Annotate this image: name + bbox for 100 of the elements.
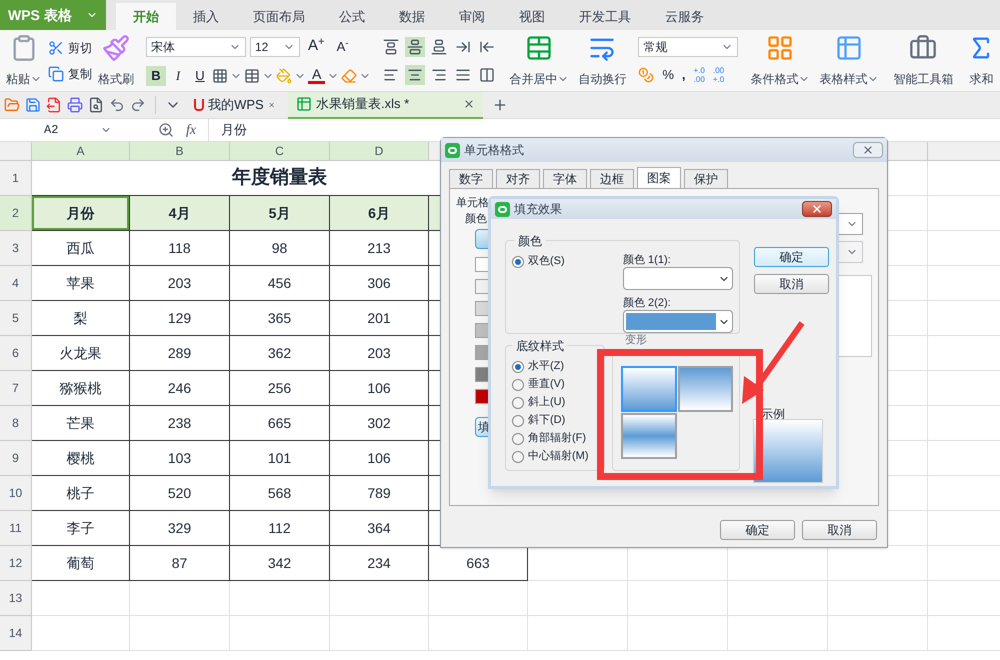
column-header[interactable]: A: [32, 142, 130, 160]
decimal-button[interactable]: .00 +.0: [712, 66, 724, 84]
cancel-button[interactable]: 取消: [754, 274, 829, 294]
close-icon[interactable]: [463, 98, 475, 110]
gradient-variant[interactable]: [678, 366, 733, 412]
border-icon[interactable]: [212, 68, 228, 84]
row-header[interactable]: 3: [0, 231, 32, 266]
dialog-tab[interactable]: 数字: [449, 169, 493, 188]
sum-button[interactable]: 求和: [965, 34, 998, 88]
radio-option[interactable]: 垂直(V): [512, 376, 588, 393]
document-tab[interactable]: 水果销量表.xls *: [288, 92, 483, 118]
copy-button[interactable]: 复制: [48, 64, 92, 82]
vertical-align-icon[interactable]: [429, 36, 450, 56]
table-icon[interactable]: [244, 68, 260, 84]
field-label: 颜色 2(2):: [623, 296, 671, 311]
merge-center-button[interactable]: 合并居中: [507, 34, 572, 88]
wrap-text-button[interactable]: 自动换行: [576, 34, 628, 88]
table-cell: 329: [130, 511, 230, 546]
radio-option[interactable]: 水平(Z): [512, 358, 588, 375]
row-header[interactable]: 12: [0, 546, 32, 581]
color-one-select[interactable]: [623, 267, 733, 290]
ok-button[interactable]: 确定: [754, 247, 829, 267]
row-header[interactable]: 10: [0, 476, 32, 511]
cut-button[interactable]: 剪切: [48, 38, 92, 56]
row-header[interactable]: 8: [0, 406, 32, 441]
menu-tab[interactable]: 公式: [322, 3, 382, 30]
print-icon[interactable]: [67, 97, 83, 113]
toolbox-button[interactable]: 智能工具箱: [891, 34, 956, 88]
undo-icon[interactable]: [109, 97, 125, 113]
name-box[interactable]: A2: [0, 120, 120, 140]
bold-button[interactable]: B: [146, 66, 166, 86]
number-format-select[interactable]: 常规: [638, 36, 738, 57]
export-icon[interactable]: [46, 97, 62, 113]
dialog-tab[interactable]: 保护: [684, 169, 728, 188]
vertical-align-icon[interactable]: [405, 36, 426, 56]
row-header[interactable]: 7: [0, 371, 32, 406]
menu-tab[interactable]: 审阅: [442, 3, 502, 30]
logo-icon: [194, 99, 204, 111]
function-button[interactable]: fx: [186, 120, 196, 140]
color-two-select[interactable]: [623, 310, 733, 333]
font-color-button[interactable]: A: [308, 67, 326, 84]
menu-tab[interactable]: 视图: [502, 3, 562, 30]
row-header[interactable]: 11: [0, 511, 32, 546]
ok-button[interactable]: 确定: [720, 520, 795, 540]
redo-icon[interactable]: [130, 97, 146, 113]
vertical-align-icon[interactable]: [381, 36, 402, 56]
font-select[interactable]: 宋体: [146, 36, 246, 56]
gradient-variant[interactable]: [621, 413, 676, 459]
row-header[interactable]: 5: [0, 301, 32, 336]
grow-font-button[interactable]: A$^{+}$: [304, 35, 329, 58]
percent-button[interactable]: %: [662, 64, 674, 84]
radio-option[interactable]: 中心辐射(M): [512, 448, 588, 465]
paste-button[interactable]: 粘贴: [4, 34, 44, 88]
row-header[interactable]: 1: [0, 161, 32, 196]
new-tab-icon[interactable]: [492, 97, 508, 113]
row-header[interactable]: 6: [0, 336, 32, 371]
radio-option[interactable]: 角部辐射(F): [512, 430, 588, 447]
print-preview-icon[interactable]: [88, 97, 104, 113]
menu-tab[interactable]: 开发工具: [562, 3, 648, 30]
save-icon[interactable]: [25, 97, 41, 113]
conditional-format-button[interactable]: 条件格式: [748, 34, 812, 88]
menu-tab[interactable]: 数据: [382, 3, 442, 30]
decimal-button[interactable]: +.0 .00: [694, 66, 705, 84]
radio-option[interactable]: 双色(S): [512, 253, 565, 270]
zoom-icon[interactable]: [158, 122, 174, 138]
document-tab[interactable]: 我的WPS: [186, 92, 283, 118]
table-cell: 568: [230, 476, 330, 511]
row-header[interactable]: 9: [0, 441, 32, 476]
close-button[interactable]: [802, 201, 832, 217]
menu-tab[interactable]: 开始: [116, 3, 176, 30]
italic-button[interactable]: I: [168, 66, 188, 86]
radio-option[interactable]: 斜下(D): [512, 412, 588, 429]
horizontal-align-icon[interactable]: [405, 64, 426, 84]
dialog-tab[interactable]: 字体: [543, 169, 587, 188]
column-header[interactable]: B: [130, 142, 230, 160]
menu-tab[interactable]: 插入: [176, 3, 236, 30]
comma-button[interactable]: ,: [682, 64, 686, 84]
dialog-tab[interactable]: 对齐: [496, 169, 540, 188]
menu-tab[interactable]: 页面布局: [236, 3, 322, 30]
dialog-tab[interactable]: 图案: [637, 167, 681, 188]
table-cell: 苹果: [32, 266, 130, 301]
folder-icon[interactable]: [4, 97, 20, 113]
radio-option[interactable]: 斜上(U): [512, 394, 588, 411]
underline-button[interactable]: U: [190, 66, 210, 86]
row-header[interactable]: 13: [0, 581, 32, 616]
menu-tab[interactable]: 云服务: [648, 3, 721, 30]
table-style-button[interactable]: 表格样式: [817, 34, 882, 88]
column-header[interactable]: C: [230, 142, 330, 160]
cancel-button[interactable]: 取消: [802, 520, 877, 540]
font-size-select[interactable]: 12: [250, 36, 300, 56]
row-header[interactable]: 14: [0, 616, 32, 651]
column-header[interactable]: D: [330, 142, 429, 160]
close-button[interactable]: [853, 142, 883, 158]
row-header[interactable]: 2: [0, 196, 32, 231]
dialog-tab[interactable]: 边框: [590, 169, 634, 188]
row-header[interactable]: 4: [0, 266, 32, 301]
gradient-variant[interactable]: [621, 366, 676, 412]
table-cell: 203: [130, 266, 230, 301]
shrink-font-button[interactable]: A$^{-}$: [332, 36, 353, 56]
format-painter-button[interactable]: 格式刷: [96, 34, 136, 88]
